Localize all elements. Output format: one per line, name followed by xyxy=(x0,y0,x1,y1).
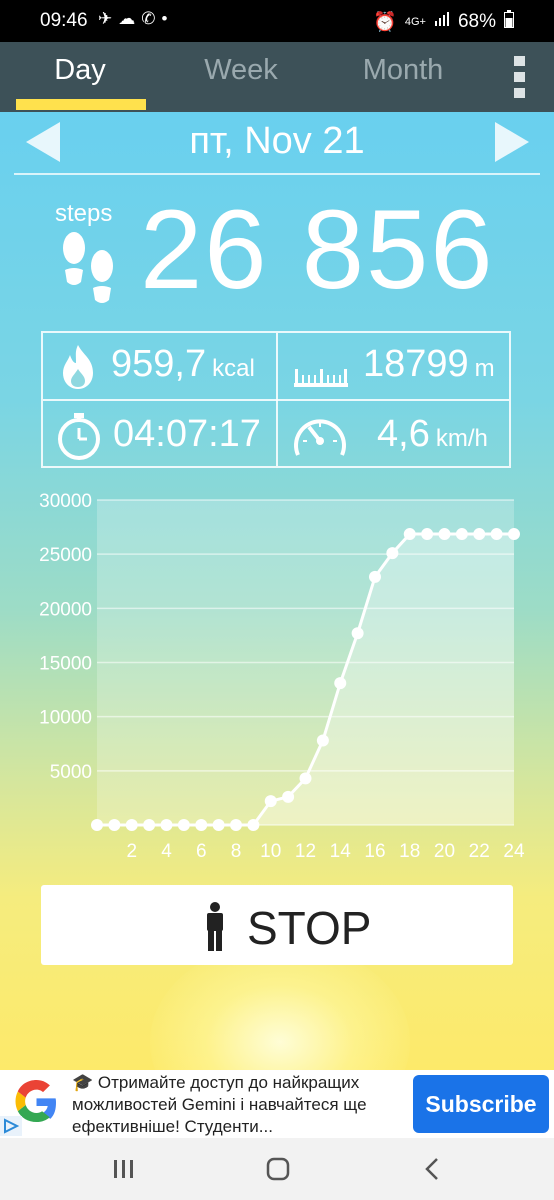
data-point xyxy=(490,528,503,541)
tab-week[interactable]: Week xyxy=(176,54,306,87)
speedometer-icon xyxy=(291,411,349,466)
x-tick-label: 12 xyxy=(295,841,316,862)
person-icon xyxy=(204,902,226,955)
duration-value: 04:07:17 xyxy=(113,413,261,455)
calories-unit: kcal xyxy=(212,355,255,382)
cloud-icon: ☁ xyxy=(118,9,136,28)
telegram-icon: ✈ xyxy=(98,9,113,28)
x-tick-label: 8 xyxy=(231,841,242,862)
steps-label: steps xyxy=(55,200,113,227)
x-tick-label: 4 xyxy=(161,841,172,862)
alarm-icon: ⏰ xyxy=(373,12,397,33)
calories-icon xyxy=(57,343,99,396)
main-panel: пт, Nov 21 steps 26 856 959,7 kcal 18799 m xyxy=(0,112,554,1070)
x-tick-label: 6 xyxy=(196,841,207,862)
data-point xyxy=(299,772,312,785)
steps-chart: 300002500020000150001000050002 4 6 8 10 12 14 1… xyxy=(39,491,525,862)
status-bar: 09:46 ✈ ☁ ✆ • ⏰ 4G+ 68% xyxy=(0,0,554,42)
y-tick-label: 20000 xyxy=(39,599,92,620)
x-tick-label: 20 xyxy=(434,841,455,862)
x-tick-label: 18 xyxy=(399,841,420,862)
back-icon[interactable] xyxy=(424,1157,440,1186)
data-point xyxy=(421,528,434,541)
data-point xyxy=(438,528,451,541)
data-point xyxy=(195,819,208,831)
data-point xyxy=(143,819,156,831)
system-nav-bar xyxy=(0,1138,554,1200)
distance-value: 18799 xyxy=(363,343,469,385)
stats-grid: 959,7 kcal 18799 m 04:07:17 4,6 km/h xyxy=(41,331,511,468)
data-point xyxy=(160,819,173,831)
tab-bar: Day Week Month xyxy=(0,42,554,112)
overflow-menu-icon[interactable] xyxy=(514,56,526,98)
ad-banner[interactable]: 🎓 Отримайте доступ до найкращих можливос… xyxy=(0,1070,554,1138)
ruler-icon xyxy=(293,353,349,394)
data-point xyxy=(403,528,416,541)
speed-unit: km/h xyxy=(435,425,488,452)
data-point xyxy=(212,819,225,831)
x-tick-label: 2 xyxy=(126,841,137,862)
network-label: 4G+ xyxy=(404,16,426,28)
x-tick-label: 10 xyxy=(260,841,281,862)
subscribe-button[interactable]: Subscribe xyxy=(413,1075,549,1133)
data-point xyxy=(508,528,520,541)
y-tick-label: 10000 xyxy=(39,708,92,729)
x-tick-label: 16 xyxy=(364,841,385,862)
x-tick-label: 14 xyxy=(330,841,352,862)
active-tab-indicator xyxy=(16,99,146,110)
home-icon[interactable] xyxy=(266,1157,290,1186)
tab-day[interactable]: Day xyxy=(15,54,145,87)
speed-value: 4,6 xyxy=(377,413,430,455)
status-time: 09:46 xyxy=(40,10,88,31)
steps-count: 26 856 xyxy=(140,187,495,312)
date-navigator: пт, Nov 21 xyxy=(0,112,554,172)
current-date: пт, Nov 21 xyxy=(189,120,365,162)
data-point xyxy=(334,677,347,690)
data-point xyxy=(264,795,277,808)
y-tick-label: 15000 xyxy=(39,654,92,675)
x-tick-label: 22 xyxy=(469,841,490,862)
y-tick-label: 30000 xyxy=(39,491,92,512)
data-point xyxy=(230,819,242,831)
adchoices-icon[interactable] xyxy=(0,1116,22,1136)
data-point xyxy=(351,627,364,640)
data-point xyxy=(473,528,486,541)
signal-icon xyxy=(434,11,450,33)
data-point xyxy=(386,547,399,560)
data-point xyxy=(282,790,295,803)
data-point xyxy=(316,734,329,747)
data-point xyxy=(177,819,190,831)
data-point xyxy=(369,570,381,583)
stop-button-label: STOP xyxy=(247,902,372,954)
stop-button[interactable]: STOP xyxy=(41,885,513,965)
viber-icon: ✆ xyxy=(141,9,156,28)
footprints-icon xyxy=(56,230,122,315)
next-day-arrow-icon[interactable] xyxy=(495,122,529,162)
stopwatch-icon xyxy=(55,411,103,466)
date-divider xyxy=(14,173,540,175)
notification-dot-icon: • xyxy=(161,9,168,28)
data-point xyxy=(125,819,138,831)
y-tick-label: 5000 xyxy=(50,762,92,783)
data-point xyxy=(455,528,468,541)
battery-percent: 68% xyxy=(457,11,496,32)
battery-icon xyxy=(504,10,514,34)
y-tick-label: 25000 xyxy=(39,545,92,566)
distance-unit: m xyxy=(474,355,495,382)
tab-month[interactable]: Month xyxy=(338,54,468,87)
calories-value: 959,7 xyxy=(111,343,207,385)
recent-apps-icon[interactable] xyxy=(112,1158,136,1185)
data-point xyxy=(108,819,121,831)
data-point xyxy=(91,819,103,831)
data-point xyxy=(247,819,260,831)
ad-text: 🎓 Отримайте доступ до найкращих можливос… xyxy=(72,1073,367,1136)
x-tick-label: 24 xyxy=(503,841,525,862)
